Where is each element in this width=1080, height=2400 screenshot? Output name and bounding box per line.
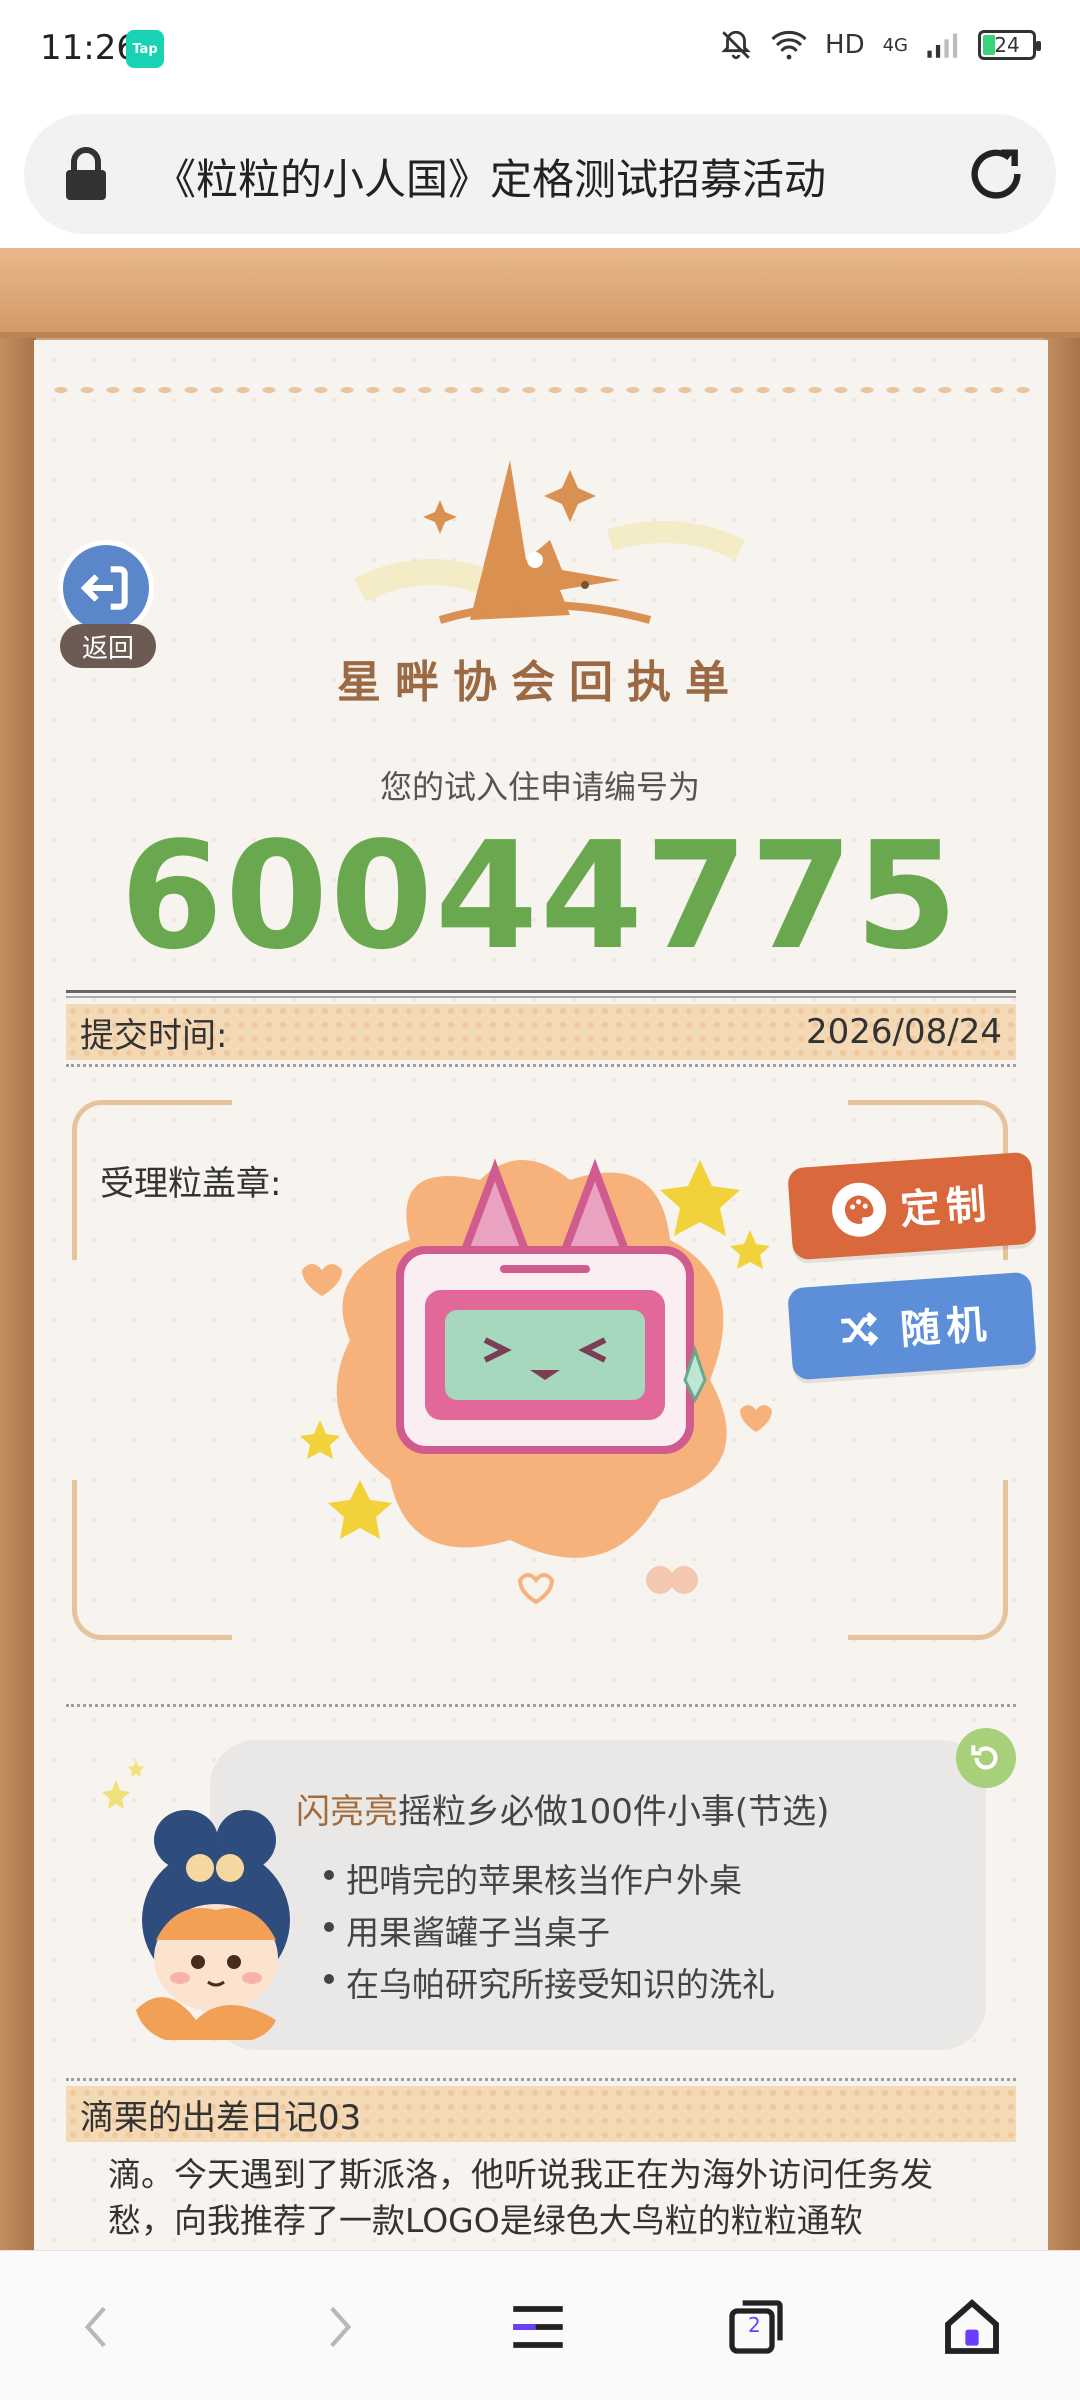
palette-icon [830,1180,888,1239]
status-icons: HD 4G 24 [719,28,1041,62]
wood-side-left [0,338,36,2250]
wood-top-bar [0,248,1080,338]
submit-time-label: 提交时间: [80,1015,228,1056]
list-item: 用果酱罐子当桌子 [324,1906,610,1954]
custom-button[interactable]: 定制 [787,1151,1037,1261]
random-button-label: 随机 [898,1301,994,1354]
back-icon [80,566,128,610]
divider [66,990,1016,998]
lock-icon [66,147,106,200]
card-title-highlight: 闪亮亮 [296,1792,398,1832]
trivia-card: 闪亮亮摇粒乡必做100件小事(节选) 把啃完的苹果核当作户外桌 用果酱罐子当桌子… [210,1740,986,2050]
random-button[interactable]: 随机 [787,1271,1037,1381]
dotted-divider [66,1064,1016,1067]
battery-level: 24 [994,33,1020,57]
forward-nav-button[interactable] [302,2291,374,2363]
list-item: 把啃完的苹果核当作户外桌 [324,1854,742,1902]
chevron-left-icon [84,2306,106,2348]
menu-button[interactable] [502,2291,574,2363]
browser-bottom-nav: 2 [0,2250,1080,2400]
back-icon-circle [58,540,154,636]
battery-fill [983,35,995,55]
reload-icon[interactable] [964,142,1028,206]
receipt-title: 星畔协会回执单 [337,657,743,708]
home-button[interactable] [936,2291,1008,2363]
dotted-divider [66,1704,1016,1707]
submit-time-row: 提交时间: 2026/08/24 [66,1004,1016,1060]
frame-corner [72,1480,232,1640]
back-nav-button[interactable] [62,2291,134,2363]
list-item: 在乌帕研究所接受知识的洗礼 [324,1958,775,2006]
refresh-icon [971,1745,998,1770]
dotted-divider [66,2078,1016,2081]
star-logo-icon [354,460,745,624]
submit-time-value: 2026/08/24 [806,1012,1002,1052]
diary-title: 滴栗的出差日记03 [66,2086,1016,2142]
shuffle-icon [830,1301,888,1359]
chevron-right-icon [330,2306,352,2348]
wifi-icon [771,31,807,60]
bell-off-icon [721,30,751,60]
status-time: 11:26 [40,28,138,68]
taptap-app-icon: Tap [126,30,164,68]
custom-button-label: 定制 [898,1181,994,1234]
frame-corner [848,1480,1008,1640]
back-label: 返回 [60,624,156,668]
status-bar: 11:26 Tap HD 4G 24 [0,0,1080,100]
mascot-character-icon [102,1760,290,2040]
application-number: 60044775 [120,810,960,982]
stamp-label: 受理粒盖章: [100,1164,282,1204]
menu-icon [513,2306,563,2348]
battery-icon: 24 [978,30,1041,60]
url-bar[interactable]: 《粒粒的小人国》定格测试招募活动 [24,114,1056,234]
tab-count: 2 [748,2313,761,2337]
application-caption: 您的试入住申请编号为 [379,768,700,806]
home-icon [945,2299,999,2354]
card-title: 闪亮亮摇粒乡必做100件小事(节选) [296,1784,829,1833]
tv-cat-stamp-icon [300,1158,772,1605]
dotted-border [48,384,1034,396]
diary-text: 滴。今天遇到了斯派洛，他听说我正在为海外访问任务发愁，向我推荐了一款LOGO是绿… [108,2155,933,2240]
card-title-text: 摇粒乡必做100件小事(节选) [398,1792,830,1832]
signal-label: 4G [882,34,908,56]
tabs-button[interactable]: 2 [720,2291,792,2363]
refresh-button[interactable] [956,1728,1016,1788]
back-button[interactable]: 返回 [58,540,158,672]
wood-side-right [1044,338,1080,2250]
signal-icon [927,33,958,58]
network-type: HD [825,30,865,60]
page-title[interactable]: 《粒粒的小人国》定格测试招募活动 [154,146,826,207]
